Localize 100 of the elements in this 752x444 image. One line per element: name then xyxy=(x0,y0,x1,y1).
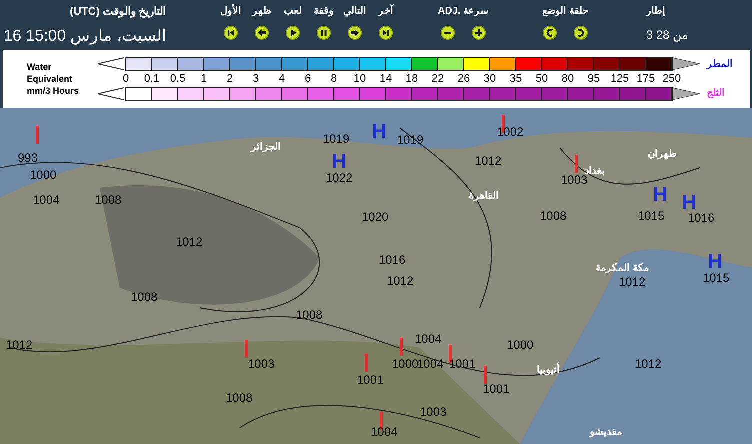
loop-label: حلقة الوضع xyxy=(542,5,588,19)
arrow-left-icon xyxy=(97,87,125,101)
scale-tick: 3 xyxy=(252,74,260,84)
frame-label: إطار xyxy=(646,5,666,19)
isobar-label: 1012 xyxy=(475,155,502,167)
snow-label: الثلج xyxy=(707,87,726,101)
isobar-label: 1002 xyxy=(497,126,524,138)
isobar-label: 1012 xyxy=(6,339,33,351)
scale-tick: 4 xyxy=(278,74,286,84)
isobar-label: 1012 xyxy=(635,358,662,370)
loop-icon[interactable] xyxy=(542,26,557,40)
high-pressure-marker: H xyxy=(682,193,696,213)
pause-icon[interactable] xyxy=(317,26,331,40)
datetime-label: (UTC) التاريخ والوقت xyxy=(70,5,166,20)
isobar-label: 1004 xyxy=(371,426,398,438)
low-pressure-icon xyxy=(36,126,39,144)
skip-end-icon[interactable] xyxy=(379,26,393,40)
isobar-label: 1015 xyxy=(638,210,665,222)
high-pressure-marker: H xyxy=(372,122,386,142)
isobar-label: 1003 xyxy=(561,174,588,186)
isobar-label: 1001 xyxy=(357,374,384,386)
scale-tick: 125 xyxy=(610,74,630,84)
isobar-label: 1008 xyxy=(95,194,122,206)
arrow-left-icon xyxy=(97,57,125,71)
isobar-label: 1012 xyxy=(176,236,203,248)
scale-tick: 1 xyxy=(200,74,208,84)
arrow-left-icon[interactable] xyxy=(255,26,269,40)
isobar-label: 1012 xyxy=(619,276,646,288)
isobar-label: 1003 xyxy=(248,358,275,370)
arrow-right-icon xyxy=(673,87,701,101)
loop-icon[interactable] xyxy=(574,26,588,40)
isobar-label: 1000 xyxy=(392,358,419,370)
button-label: الأول xyxy=(220,4,242,19)
low-pressure-icon xyxy=(575,155,578,173)
frame-value: من 28 3 xyxy=(646,27,688,44)
city-label: الجزائر xyxy=(251,143,281,153)
isobar-label: 1016 xyxy=(379,254,406,266)
legend-title: Equivalent xyxy=(27,73,74,85)
isobar-label: 1001 xyxy=(449,358,476,370)
minus-icon[interactable] xyxy=(440,26,455,40)
city-label: بغداد xyxy=(585,167,605,177)
datetime-value: السبت، مارس 15:00 16 xyxy=(4,26,166,47)
isobar-label: 1008 xyxy=(226,392,253,404)
rain-label: المطر xyxy=(707,58,733,72)
city-label: مكة المكرمة xyxy=(596,264,649,274)
isobar-label: 1019 xyxy=(323,133,350,145)
legend-title: mm/3 Hours xyxy=(27,85,80,97)
button-label: وقفة xyxy=(314,5,334,19)
isobar-label: 1012 xyxy=(387,275,414,287)
scale-tick: 80 xyxy=(560,74,576,84)
isobar-label: 1000 xyxy=(507,339,534,351)
scale-tick: 30 xyxy=(482,74,498,84)
button-label: ظهر xyxy=(252,5,272,19)
city-label: طهران xyxy=(648,150,677,160)
skip-start-icon[interactable] xyxy=(224,26,238,40)
isobar-label: 1015 xyxy=(703,272,730,284)
high-pressure-marker: H xyxy=(653,185,668,205)
isobar-label: 1022 xyxy=(326,172,353,184)
scale-tick: 0.1 xyxy=(143,74,161,84)
arrow-right-icon[interactable] xyxy=(348,26,362,40)
play-icon[interactable] xyxy=(286,26,300,40)
isobar-label: 1004 xyxy=(33,194,60,206)
button-label: التالي xyxy=(344,5,366,19)
scale-tick: 0 xyxy=(122,74,130,84)
isobar-label: 1016 xyxy=(688,212,715,224)
isobar-label: 1004 xyxy=(415,333,442,345)
isobar-label: 1020 xyxy=(362,211,389,223)
scale-tick: 175 xyxy=(636,74,656,84)
isobar-label: 1001 xyxy=(483,383,510,395)
high-pressure-marker: H xyxy=(332,152,346,172)
low-pressure-icon xyxy=(484,366,487,384)
isobar-label: 1003 xyxy=(420,406,447,418)
scale-tick: 35 xyxy=(508,74,524,84)
high-pressure-marker: H xyxy=(708,252,722,272)
scale-tick: 14 xyxy=(378,74,394,84)
scale-tick: 18 xyxy=(404,74,420,84)
arrow-right-icon xyxy=(673,57,701,71)
isobar-label: 1008 xyxy=(296,309,323,321)
legend-title: Water xyxy=(27,61,53,73)
button-label: آخر xyxy=(378,4,394,19)
low-pressure-icon xyxy=(365,354,368,372)
low-pressure-icon xyxy=(400,338,403,356)
button-label: لعب xyxy=(284,5,302,19)
scale-tick: 2 xyxy=(226,74,234,84)
scale-tick: 8 xyxy=(330,74,338,84)
isobar-label: 1004 xyxy=(417,358,444,370)
scale-tick: 22 xyxy=(430,74,446,84)
scale-tick: 50 xyxy=(534,74,550,84)
isobar-label: 993 xyxy=(18,152,38,164)
scale-tick: 95 xyxy=(586,74,602,84)
plus-icon[interactable] xyxy=(472,26,486,40)
scale-tick: 6 xyxy=(304,74,312,84)
low-pressure-icon xyxy=(245,340,248,358)
city-label: مقديشو xyxy=(590,428,622,438)
isobar-label: 1008 xyxy=(131,291,158,303)
scale-tick: 10 xyxy=(352,74,368,84)
isobar-label: 1008 xyxy=(540,210,567,222)
scale-tick: 0.5 xyxy=(169,74,187,84)
scale-tick: 250 xyxy=(662,74,682,84)
isobar-label: 1000 xyxy=(30,169,57,181)
